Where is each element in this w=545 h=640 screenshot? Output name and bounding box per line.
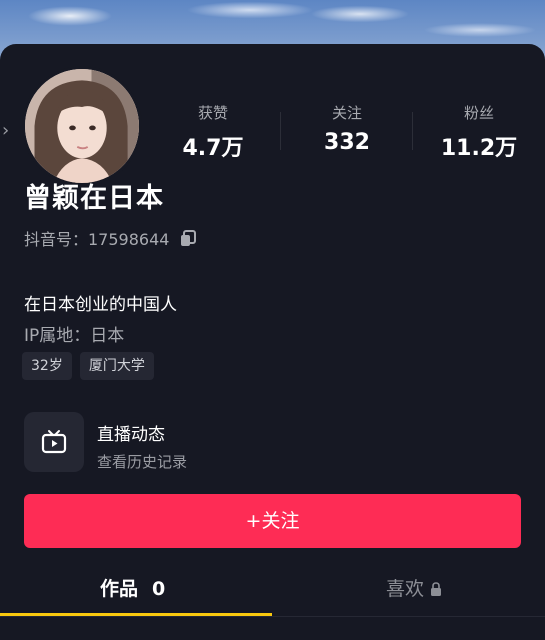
lock-icon (431, 582, 442, 596)
stat-following[interactable]: 关注 332 (292, 102, 402, 155)
tab-likes[interactable]: 喜欢 (386, 576, 442, 602)
douyin-id: 抖音号：17598644 (24, 226, 197, 250)
tab-label: 作品 (100, 578, 139, 600)
ip-location: IP属地：日本 (24, 326, 125, 346)
tv-icon (41, 430, 67, 454)
copy-icon[interactable] (179, 229, 197, 247)
divider (412, 112, 413, 150)
follow-button[interactable]: +关注 (24, 494, 521, 548)
tag-school: 厦门大学 (79, 352, 154, 380)
divider (280, 112, 281, 150)
tag-age: 32岁 (22, 352, 72, 380)
douyin-id-text: 抖音号：17598644 (24, 230, 170, 249)
stat-label: 粉丝 (463, 104, 494, 122)
profile-name: 曾颖在日本 (24, 183, 164, 214)
chevron-right-icon[interactable]: › (2, 120, 18, 142)
stat-likes[interactable]: 获赞 4.7万 (158, 102, 268, 162)
stat-value: 4.7万 (182, 136, 244, 161)
stat-value: 11.2万 (440, 136, 518, 161)
tab-label: 喜欢 (386, 578, 425, 600)
divider (0, 616, 545, 617)
live-title[interactable]: 直播动态 (97, 420, 165, 445)
stat-label: 关注 (331, 104, 362, 122)
stat-value: 332 (324, 130, 370, 155)
profile-bio: 在日本创业的中国人 (24, 295, 177, 315)
live-subtitle[interactable]: 查看历史记录 (97, 451, 187, 472)
stat-label: 获赞 (197, 104, 228, 122)
avatar[interactable] (22, 66, 142, 186)
tab-works[interactable]: 作品 0 (100, 576, 165, 602)
tab-count: 0 (152, 578, 166, 600)
stat-followers[interactable]: 粉丝 11.2万 (424, 102, 534, 162)
profile-tags: 32岁 厦门大学 (22, 352, 154, 380)
live-entry-button[interactable] (24, 412, 84, 472)
